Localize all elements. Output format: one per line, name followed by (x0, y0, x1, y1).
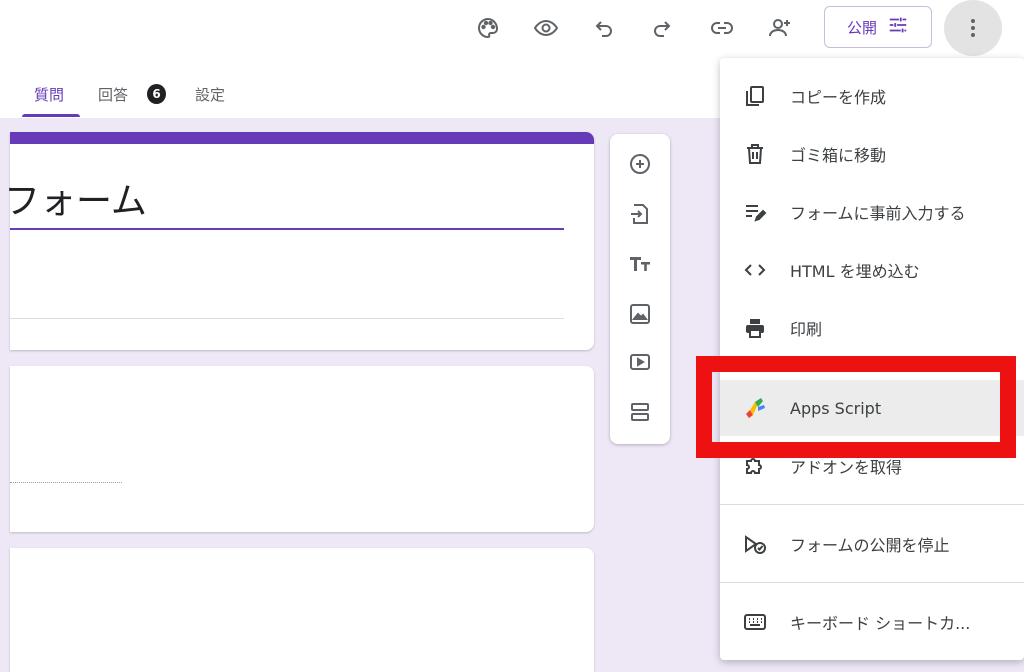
more-vert-icon[interactable] (944, 0, 1002, 56)
palette-icon[interactable] (470, 10, 506, 46)
print-icon (742, 315, 768, 341)
image-icon[interactable] (624, 298, 656, 330)
menu-item-embed-html[interactable]: HTML を埋め込む (720, 242, 1024, 298)
publish-button[interactable]: 公開 (824, 6, 932, 48)
form-title[interactable]: フォーム (4, 172, 147, 224)
copy-icon (742, 83, 768, 109)
keyboard-icon (742, 609, 768, 635)
tune-icon (887, 14, 909, 40)
publish-label: 公開 (846, 18, 877, 37)
menu-item-prefill[interactable]: フォームに事前入力する (720, 184, 1024, 240)
code-icon (742, 257, 768, 283)
question-card[interactable] (10, 366, 594, 532)
undo-icon[interactable] (586, 10, 622, 46)
menu-item-unpublish[interactable]: フォームの公開を停止 (720, 516, 1024, 572)
menu-item-move-to-trash[interactable]: ゴミ箱に移動 (720, 126, 1024, 182)
title-card[interactable]: フォーム (4, 132, 594, 350)
unpublish-icon (742, 531, 768, 557)
tab-responses[interactable]: 回答 (98, 84, 128, 105)
menu-divider (720, 504, 1024, 505)
highlight-box (696, 356, 1016, 458)
menu-item-label: ゴミ箱に移動 (790, 146, 887, 165)
menu-item-label: HTML を埋め込む (790, 262, 920, 281)
link-icon[interactable] (704, 10, 740, 46)
menu-item-label: フォームに事前入力する (790, 204, 966, 223)
menu-item-label: 印刷 (790, 320, 823, 339)
video-icon[interactable] (624, 346, 656, 378)
menu-item-make-copy[interactable]: コピーを作成 (720, 68, 1024, 124)
menu-divider (720, 582, 1024, 583)
responses-count-badge: 6 (147, 84, 166, 104)
redo-icon[interactable] (644, 10, 680, 46)
title-icon[interactable] (624, 248, 656, 280)
question-card[interactable] (10, 548, 594, 672)
title-underline (10, 228, 564, 230)
description-field[interactable] (10, 318, 564, 319)
eye-icon[interactable] (528, 10, 564, 46)
menu-item-keyboard-shortcuts[interactable]: キーボード ショートカ... (720, 594, 1024, 650)
prefill-icon (742, 199, 768, 225)
floating-toolbar (610, 134, 670, 444)
top-toolbar: 公開 (0, 0, 1024, 58)
tab-questions[interactable]: 質問 (34, 84, 64, 105)
menu-item-print[interactable]: 印刷 (720, 300, 1024, 356)
menu-item-label: キーボード ショートカ... (790, 614, 971, 633)
tab-settings[interactable]: 設定 (195, 84, 225, 105)
trash-icon (742, 141, 768, 167)
add-person-icon[interactable] (762, 10, 798, 46)
menu-item-label: フォームの公開を停止 (790, 536, 950, 555)
menu-item-label: コピーを作成 (790, 88, 887, 107)
answer-placeholder-line (10, 482, 122, 483)
form-tabs: 質問 回答 6 設定 (0, 76, 720, 118)
add-circle-icon[interactable] (624, 148, 656, 180)
active-tab-indicator (22, 114, 80, 117)
section-icon[interactable] (624, 396, 656, 428)
import-icon[interactable] (624, 198, 656, 230)
